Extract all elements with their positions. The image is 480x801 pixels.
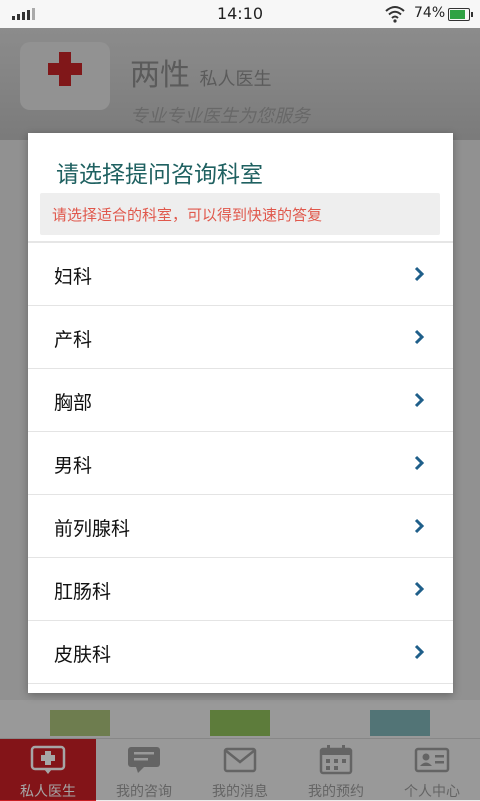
department-select-dialog: 请选择提问咨询科室 请选择适合的科室，可以得到快速的答复 妇科 产科 胸部 男科…: [28, 133, 453, 693]
status-bar: 14:10 74%: [0, 0, 480, 29]
department-list: 妇科 产科 胸部 男科 前列腺科 肛肠科 皮肤科: [28, 243, 453, 684]
dialog-title: 请选择提问咨询科室: [56, 162, 263, 188]
tabbar-overlay[interactable]: [0, 738, 480, 800]
hint-text: 请选择适合的科室，可以得到快速的答复: [52, 206, 323, 224]
chevron-right-icon: [414, 455, 425, 471]
department-item-prostate[interactable]: 前列腺科: [28, 495, 453, 558]
department-label: 前列腺科: [54, 518, 131, 540]
battery-percent: 74%: [414, 5, 446, 21]
chevron-right-icon: [414, 392, 425, 408]
status-time: 14:10: [216, 4, 264, 23]
department-item-gynecology[interactable]: 妇科: [28, 243, 453, 306]
department-label: 产科: [54, 329, 93, 351]
wifi-icon: [385, 6, 405, 23]
department-label: 男科: [54, 455, 93, 477]
department-label: 皮肤科: [54, 644, 112, 666]
department-item-andrology[interactable]: 男科: [28, 432, 453, 495]
department-label: 妇科: [54, 266, 93, 288]
chevron-right-icon: [414, 329, 425, 345]
department-item-anorectal[interactable]: 肛肠科: [28, 558, 453, 621]
department-item-dermatology[interactable]: 皮肤科: [28, 621, 453, 684]
chevron-right-icon: [414, 581, 425, 597]
battery-icon: [448, 8, 473, 21]
dialog-hint: 请选择适合的科室，可以得到快速的答复: [40, 193, 440, 235]
chevron-right-icon: [414, 266, 425, 282]
chevron-right-icon: [414, 518, 425, 534]
department-label: 肛肠科: [54, 581, 112, 603]
chevron-right-icon: [414, 644, 425, 660]
department-label: 胸部: [54, 392, 93, 414]
department-item-obstetrics[interactable]: 产科: [28, 306, 453, 369]
department-item-breast[interactable]: 胸部: [28, 369, 453, 432]
